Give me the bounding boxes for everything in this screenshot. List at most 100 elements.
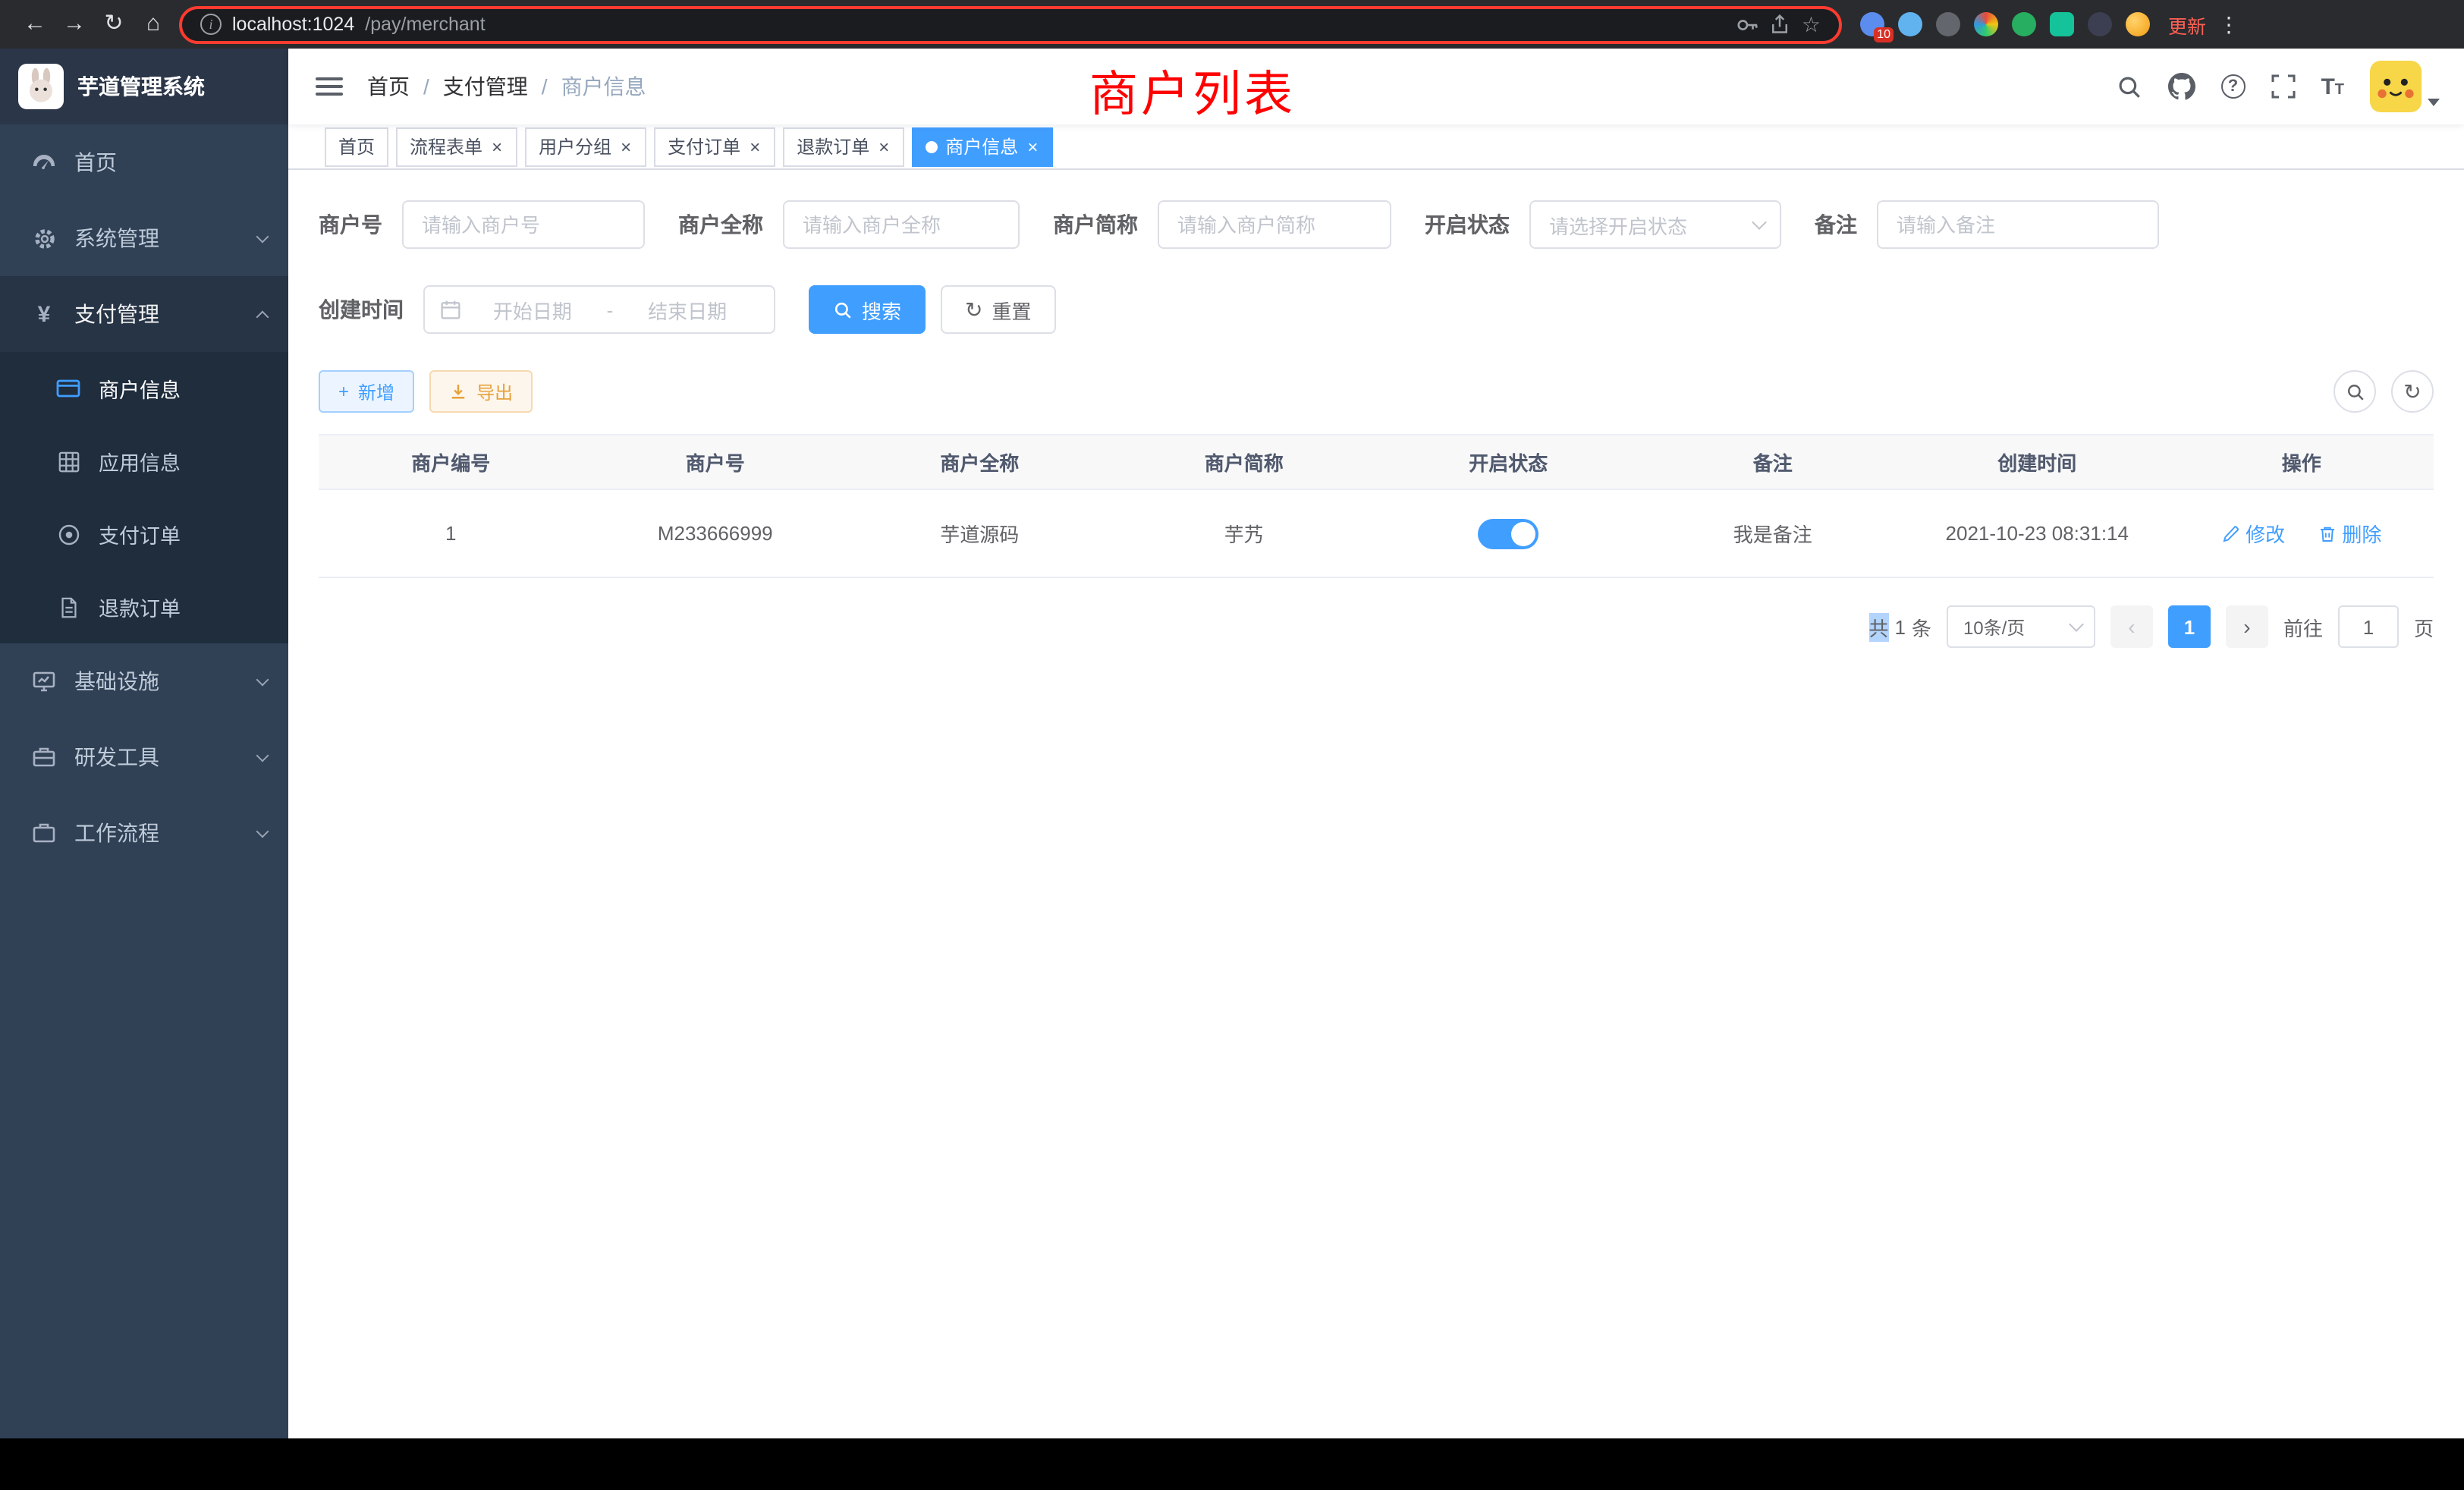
chevron-down-icon: [256, 825, 269, 838]
total-prefix: 共: [1868, 612, 1888, 641]
breadcrumb-current: 商户信息: [561, 71, 646, 102]
sidebar-item-workflow[interactable]: 工作流程: [0, 795, 288, 871]
status-toggle[interactable]: [1478, 518, 1538, 549]
sidebar-item-system[interactable]: 系统管理: [0, 200, 288, 276]
page-button-1[interactable]: 1: [2168, 605, 2211, 648]
browser-forward-icon[interactable]: →: [55, 0, 94, 49]
reset-button[interactable]: ↻ 重置: [941, 285, 1056, 334]
sidebar-item-infrastructure[interactable]: 基础设施: [0, 643, 288, 719]
close-icon[interactable]: ×: [619, 137, 633, 156]
filter-label: 创建时间: [319, 294, 404, 325]
extension-icon-6[interactable]: [2050, 12, 2074, 36]
next-page-button[interactable]: ›: [2226, 605, 2268, 648]
chrome-update-button[interactable]: 更新: [2168, 10, 2206, 39]
breadcrumb-payment[interactable]: 支付管理: [443, 71, 528, 102]
tab-refund-order[interactable]: 退款订单 ×: [783, 127, 904, 166]
extensions-area: 10: [1860, 12, 2150, 36]
sidebar-item-refund-order[interactable]: 退款订单: [0, 571, 288, 643]
password-key-icon[interactable]: [1736, 13, 1759, 36]
top-navbar: 首页 / 支付管理 / 商户信息 商户列表 ?: [288, 49, 2464, 124]
merchant-name-input[interactable]: [783, 200, 1020, 249]
extension-icon-5[interactable]: [2012, 12, 2036, 36]
filter-label: 开启状态: [1425, 209, 1510, 240]
sidebar-item-payment[interactable]: ¥ 支付管理: [0, 276, 288, 352]
sidebar-item-label: 支付管理: [74, 299, 258, 329]
col-actions: 操作: [2170, 435, 2434, 489]
document-icon: [52, 596, 85, 618]
search-button[interactable]: 搜索: [809, 285, 926, 334]
user-menu[interactable]: [2370, 61, 2440, 112]
goto-page-input[interactable]: [2338, 605, 2399, 648]
sidebar-item-merchant-info[interactable]: 商户信息: [0, 352, 288, 425]
sidebar-item-app-info[interactable]: 应用信息: [0, 425, 288, 498]
reset-button-label: 重置: [992, 295, 1032, 324]
merchant-no-input[interactable]: [402, 200, 645, 249]
address-bar[interactable]: i localhost:1024/pay/merchant ☆: [179, 5, 1842, 43]
export-button[interactable]: 导出: [429, 370, 533, 413]
fullscreen-icon[interactable]: [2271, 74, 2295, 99]
url-path: /pay/merchant: [365, 14, 485, 35]
sidebar-item-home[interactable]: 首页: [0, 124, 288, 200]
tab-merchant-info[interactable]: 商户信息 ×: [912, 127, 1053, 166]
sidebar-item-label: 应用信息: [99, 446, 267, 476]
share-icon[interactable]: [1770, 14, 1791, 35]
sidebar-item-dev-tools[interactable]: 研发工具: [0, 719, 288, 795]
browser-reload-icon[interactable]: ↻: [94, 0, 134, 49]
browser-menu-icon[interactable]: ⋮: [2218, 11, 2241, 37]
app-shell: 芋道管理系统 首页 系统管理 ¥ 支付管理: [0, 49, 2464, 1438]
close-icon[interactable]: ×: [877, 137, 891, 156]
browser-home-icon[interactable]: ⌂: [134, 0, 173, 49]
goto-label: 前往: [2283, 612, 2323, 641]
remark-input[interactable]: [1877, 200, 2159, 249]
cell-merchant-no: M233666999: [583, 489, 848, 577]
col-short-name: 商户简称: [1112, 435, 1377, 489]
font-size-icon[interactable]: TT: [2321, 75, 2344, 98]
refresh-table-button[interactable]: ↻: [2391, 370, 2434, 413]
delete-button[interactable]: 删除: [2318, 519, 2381, 548]
edit-button[interactable]: 修改: [2221, 519, 2285, 548]
browser-toolbar: ← → ↻ ⌂ i localhost:1024/pay/merchant ☆ …: [0, 0, 2464, 49]
status-select[interactable]: 请选择开启状态: [1529, 200, 1781, 249]
github-icon[interactable]: [2167, 73, 2195, 100]
tab-label: 退款订单: [797, 134, 869, 159]
main-panel: 首页 / 支付管理 / 商户信息 商户列表 ?: [288, 49, 2464, 1438]
date-range-picker[interactable]: 开始日期 - 结束日期: [423, 285, 775, 334]
collapse-sidebar-icon[interactable]: [316, 77, 343, 96]
tab-process-form[interactable]: 流程表单 ×: [396, 127, 517, 166]
col-merchant-id: 商户编号: [319, 435, 583, 489]
search-icon[interactable]: [2116, 74, 2142, 99]
cell-merchant-name: 芋道源码: [847, 489, 1112, 577]
site-info-icon[interactable]: i: [200, 14, 222, 35]
extension-icon-7[interactable]: [2088, 12, 2112, 36]
extension-icon-4[interactable]: [1974, 12, 1998, 36]
bookmark-star-icon[interactable]: ☆: [1802, 11, 1821, 37]
help-icon[interactable]: ?: [2220, 74, 2245, 99]
calendar-icon: [440, 299, 461, 320]
close-icon[interactable]: ×: [1026, 137, 1039, 156]
tab-user-group[interactable]: 用户分组 ×: [525, 127, 646, 166]
dashboard-icon: [27, 150, 61, 174]
sidebar-item-label: 商户信息: [99, 373, 267, 404]
toggle-search-button[interactable]: [2334, 370, 2376, 413]
extension-icon-3[interactable]: [1936, 12, 1960, 36]
extension-icon-2[interactable]: [1898, 12, 1922, 36]
page-size-select[interactable]: 10条/页: [1947, 605, 2095, 648]
tab-pay-order[interactable]: 支付订单 ×: [654, 127, 775, 166]
table-row: 1 M233666999 芋道源码 芋艿 我是备注 2021-10-23 08:…: [319, 489, 2434, 577]
tab-home[interactable]: 首页: [325, 127, 388, 166]
extension-icon-8[interactable]: [2126, 12, 2150, 36]
short-name-input[interactable]: [1158, 200, 1391, 249]
refresh-icon: ↻: [965, 299, 982, 320]
extension-icon-1[interactable]: 10: [1860, 12, 1884, 36]
close-icon[interactable]: ×: [748, 137, 762, 156]
add-button-label: 新增: [358, 379, 394, 404]
close-icon[interactable]: ×: [490, 137, 504, 156]
breadcrumb-home[interactable]: 首页: [367, 71, 410, 102]
sidebar-logo[interactable]: 芋道管理系统: [0, 49, 288, 124]
add-button[interactable]: + 新增: [319, 370, 414, 413]
browser-back-icon[interactable]: ←: [15, 0, 55, 49]
prev-page-button[interactable]: ‹: [2110, 605, 2153, 648]
date-end-placeholder: 结束日期: [616, 295, 759, 324]
sidebar-item-pay-order[interactable]: 支付订单: [0, 498, 288, 571]
total-suffix: 条: [1912, 612, 1931, 641]
